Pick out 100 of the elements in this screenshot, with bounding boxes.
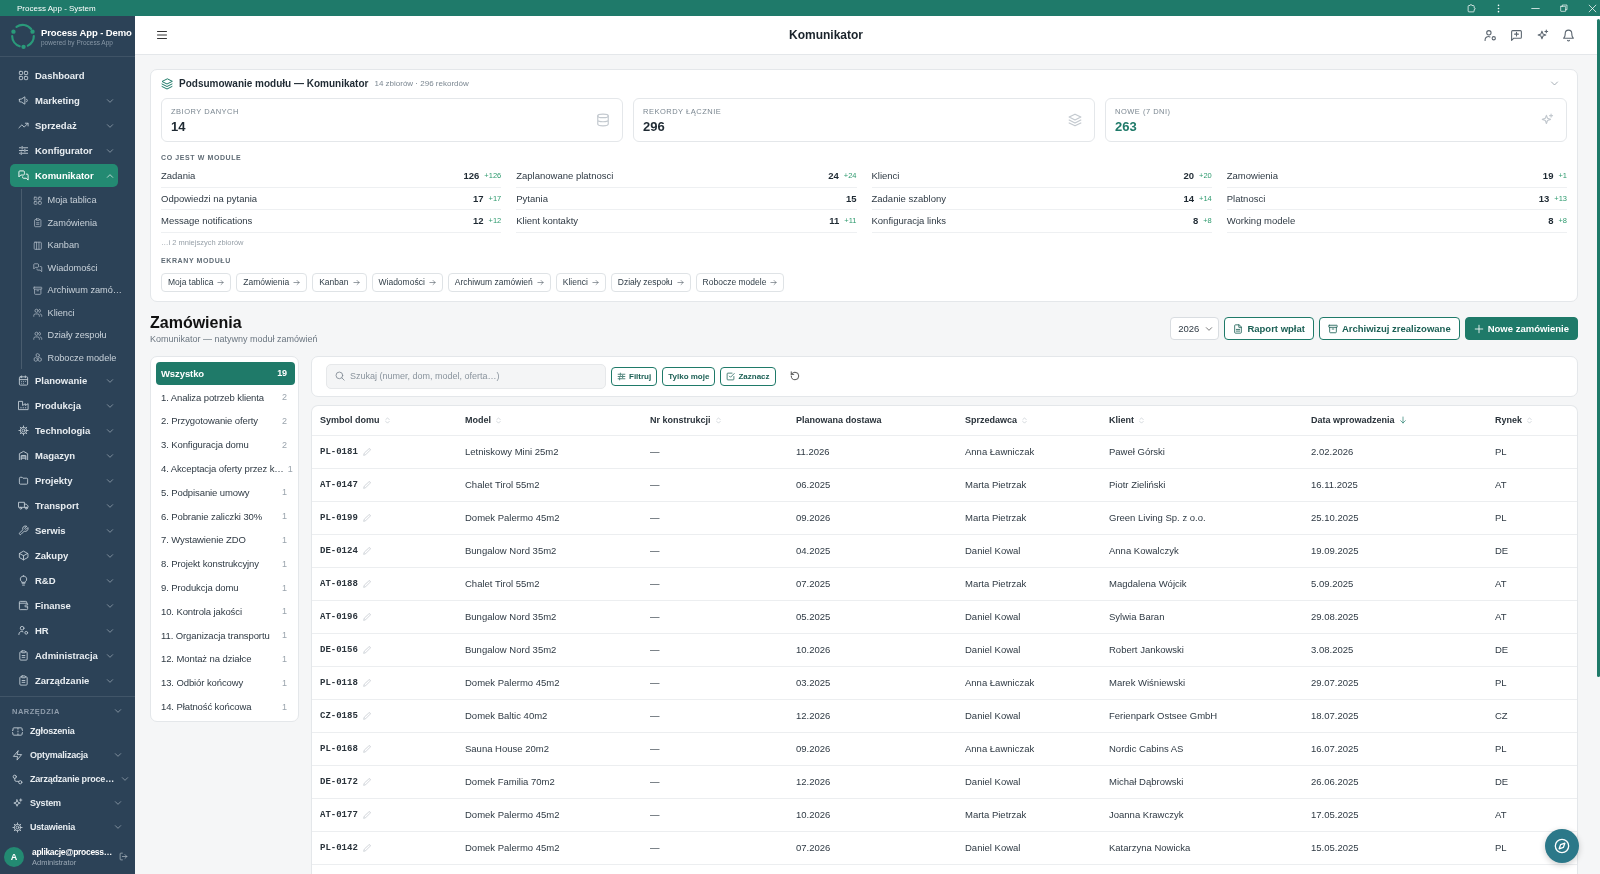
sparkles-icon[interactable] [1536,28,1549,42]
column-header[interactable]: Sprzedawca [965,415,1018,425]
column-header[interactable]: Symbol domu [320,415,380,425]
stage-filter[interactable]: 7. Wystawienie ZDO 1 [156,528,295,552]
nav-item[interactable]: Dashboard [10,64,118,87]
nav-subitem[interactable]: Zamówienia [22,211,127,234]
only-mine-button[interactable]: Tylko moje [662,366,716,386]
nav-subitem[interactable]: Klienci [22,301,127,324]
pencil-icon[interactable] [362,744,371,753]
nav-item[interactable]: Administracja [10,644,118,667]
arrow-down-icon[interactable] [1398,416,1407,424]
stage-filter[interactable]: 4. Akceptacja oferty przez k… 1 [156,456,295,481]
nav-item[interactable]: Zgłoszenia [0,719,135,743]
stage-filter[interactable]: 13. Odbiór końcowy 1 [156,670,295,695]
nav-item[interactable]: Zarządzanie proce… [0,767,135,791]
column-header[interactable]: Model [465,415,491,425]
column-header[interactable]: Data wprowadzenia [1311,415,1395,425]
screen-link[interactable]: Zamówienia [236,272,308,292]
nav-item[interactable]: Magazyn [10,444,118,467]
nav-subitem[interactable]: Działy zespołu [22,324,127,347]
chevron-down-icon[interactable] [1550,79,1559,88]
filter-button[interactable]: Filtruj [611,366,658,386]
stage-filter[interactable]: 6. Pobranie zaliczki 30% 1 [156,504,295,529]
column-header[interactable]: Rynek [1495,415,1522,425]
chevron-down-icon[interactable] [114,707,122,715]
pencil-icon[interactable] [362,546,371,555]
pencil-icon[interactable] [362,645,371,654]
user-gear-icon[interactable] [1484,28,1497,42]
screen-link[interactable]: Wiadomości [371,272,443,292]
payment-report-button[interactable]: Raport wpłat [1224,317,1314,340]
screen-link[interactable]: Robocze modele [695,272,785,292]
nav-item[interactable]: Finanse [10,594,118,617]
nav-item[interactable]: Optymalizacja [0,743,135,767]
nav-item[interactable]: System [0,791,135,815]
pencil-icon[interactable] [362,447,371,456]
stage-filter[interactable]: 14. Płatność końcowa 1 [156,694,295,719]
nav-item[interactable]: R&D [10,569,118,592]
stage-filter[interactable]: 1. Analiza potrzeb klienta 2 [156,385,295,410]
pencil-icon[interactable] [362,513,371,522]
close-icon[interactable] [1588,3,1597,13]
sort-icon[interactable] [1138,416,1145,424]
new-order-button[interactable]: Nowe zamówienie [1464,317,1578,340]
pencil-icon[interactable] [362,579,371,588]
nav-item[interactable]: Transport [10,494,118,517]
bell-icon[interactable] [1562,28,1575,42]
message-plus-icon[interactable] [1510,28,1523,42]
nav-subitem[interactable]: Moja tablica [22,189,127,212]
sort-icon[interactable] [714,416,722,424]
stage-filter[interactable]: 9. Produkcja domu 1 [156,575,295,600]
stage-filter[interactable]: 2. Przygotowanie oferty 2 [156,409,295,433]
restore-icon[interactable] [1560,4,1568,12]
nav-subitem[interactable]: Wiadomości [22,256,127,279]
screen-link[interactable]: Kanban [312,272,367,292]
nav-subitem[interactable]: Robocze modele [22,346,127,369]
pencil-icon[interactable] [362,678,371,687]
sort-icon[interactable] [495,416,502,424]
stage-filter[interactable]: 8. Projekt konstrukcyjny 1 [156,551,295,576]
column-header[interactable]: Nr konstrukcji [650,415,711,425]
pencil-icon[interactable] [362,480,371,489]
search-field[interactable]: Szukaj (numer, dom, model, oferta…) [326,363,606,389]
stage-filter[interactable]: Wszystko 19 [156,361,295,386]
nav-item[interactable]: Serwis [10,519,118,542]
pencil-icon[interactable] [362,711,371,720]
nav-item[interactable]: Zakupy [10,544,118,567]
nav-subitem[interactable]: Archiwum zamó… [22,279,127,302]
nav-item[interactable]: Produkcja [10,394,118,417]
stage-filter[interactable]: 3. Konfiguracja domu 2 [156,432,295,457]
refresh-icon[interactable] [789,371,800,381]
sort-icon[interactable] [383,416,391,424]
column-header[interactable]: Klient [1109,415,1134,425]
pencil-icon[interactable] [362,843,371,852]
nav-item[interactable]: Technologia [10,419,118,442]
nav-item[interactable]: Marketing [10,89,118,112]
select-button[interactable]: Zaznacz [720,366,776,386]
screen-link[interactable]: Działy zespołu [610,272,691,292]
logout-icon[interactable] [119,852,128,861]
pencil-icon[interactable] [362,612,371,621]
nav-item[interactable]: Komunikator [10,164,118,187]
nav-item[interactable]: Zarządzanie [10,669,118,692]
year-select[interactable]: 2026 [1170,317,1220,340]
archive-button[interactable]: Archiwizuj zrealizowane [1318,317,1460,340]
puzzle-icon[interactable] [1467,3,1476,13]
menu-icon[interactable] [156,29,168,41]
nav-item[interactable]: Konfigurator [10,139,118,162]
nav-subitem[interactable]: Kanban [22,234,127,257]
screen-link[interactable]: Archiwum zamówień [447,272,551,292]
nav-item[interactable]: Sprzedaż [10,114,118,137]
nav-item[interactable]: Projekty [10,469,118,492]
pencil-icon[interactable] [362,810,371,819]
stage-filter[interactable]: 5. Podpisanie umowy 1 [156,480,295,505]
nav-item[interactable]: HR [10,619,118,642]
screen-link[interactable]: Moja tablica [161,272,232,292]
stage-filter[interactable]: 11. Organizacja transportu 1 [156,623,295,648]
nav-item[interactable]: Planowanie [10,369,118,392]
pencil-icon[interactable] [362,777,371,786]
scrollbar[interactable] [1597,19,1600,677]
screen-link[interactable]: Klienci [555,272,606,292]
stage-filter[interactable]: 10. Kontrola jakości 1 [156,599,295,624]
sort-icon[interactable] [1526,416,1533,424]
sort-icon[interactable] [1021,416,1029,424]
